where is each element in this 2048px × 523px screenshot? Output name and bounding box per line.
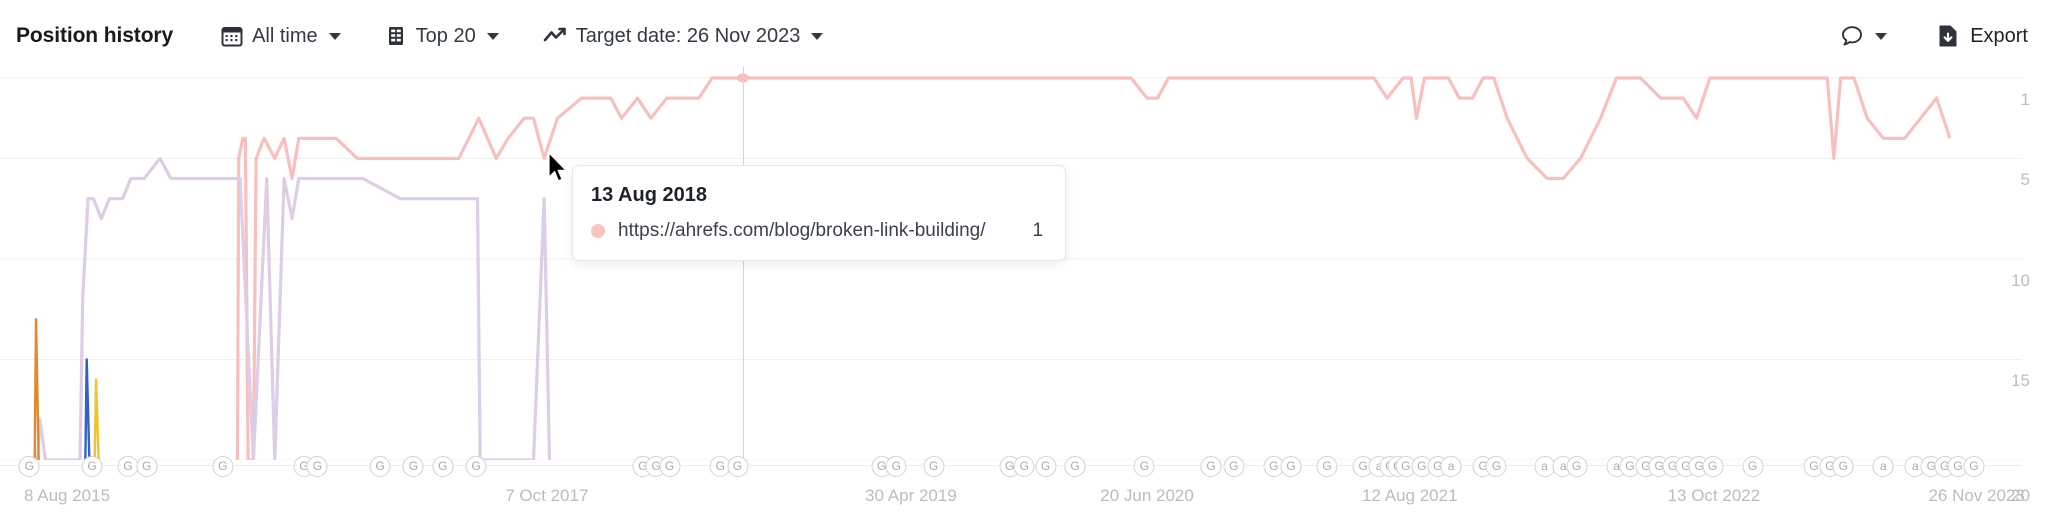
algorithm-update-marker[interactable]: a [1440, 456, 1462, 477]
export-label: Export [1970, 24, 2028, 47]
y-axis-tick-label: 1 [2020, 90, 2030, 109]
y-axis-tick-label: 5 [2020, 170, 2030, 190]
chart-area[interactable]: 1 5 10 15 13 Aug 2018 https://ahrefs.com/bl… [0, 66, 2048, 466]
x-axis: GGGGGGGGGGGGGGGGGGGGGGGGGGGGGGaGGGGGaGGa… [0, 456, 2048, 523]
algorithm-update-marker[interactable]: G [1963, 456, 1985, 477]
algorithm-update-marker[interactable]: G [885, 456, 907, 477]
chart-line-blue-spike [85, 359, 89, 460]
chart-line-series [237, 78, 1950, 460]
trend-line-icon [543, 25, 567, 47]
series-color-dot [591, 224, 605, 238]
algorithm-update-marker[interactable]: G [727, 456, 749, 477]
chevron-down-icon [1875, 32, 1888, 40]
position-limit-label: Top 20 [415, 24, 476, 47]
algorithm-update-marker[interactable]: G [1035, 456, 1057, 477]
algorithm-update-marker[interactable]: G [1280, 456, 1302, 477]
comment-bubble-icon [1840, 24, 1864, 48]
algorithm-update-marker[interactable]: G [923, 456, 945, 477]
x-axis-tick-label: 8 Aug 2015 [24, 486, 111, 505]
algorithm-update-marker[interactable]: G [432, 456, 454, 477]
y-axis-tick-label: 10 [2011, 270, 2030, 290]
algorithm-update-marker[interactable]: G [1064, 456, 1086, 477]
page-title: Position history [16, 24, 174, 47]
position-history-chart[interactable] [0, 66, 2022, 460]
tooltip-url: https://ahrefs.com/blog/broken-link-buil… [618, 220, 986, 241]
algorithm-update-marker[interactable]: G [1013, 456, 1035, 477]
chevron-down-icon [328, 32, 341, 40]
calendar-icon [221, 25, 243, 47]
y-axis-tick-label: 15 [2011, 371, 2030, 391]
y-axis-label-20: 20 [2011, 486, 2030, 505]
toolbar-right-group: Export [1840, 24, 2028, 48]
algorithm-update-marker[interactable]: G [1485, 456, 1507, 477]
algorithm-update-marker[interactable]: G [1702, 456, 1724, 477]
algorithm-update-marker[interactable]: G [1832, 456, 1854, 477]
chart-line-yellow-spike [95, 380, 99, 460]
tooltip-date: 13 Aug 2018 [591, 184, 707, 206]
chart-line-orange-spike [35, 319, 39, 460]
x-axis-tick-label: 30 Apr 2019 [865, 486, 957, 505]
tooltip-row: https://ahrefs.com/blog/broken-link-buil… [591, 220, 1043, 242]
date-range-label: All time [252, 24, 318, 47]
date-range-control[interactable]: All time [221, 25, 341, 48]
export-button[interactable]: Export [1937, 24, 2028, 48]
export-file-icon [1937, 24, 1959, 48]
algorithm-update-marker[interactable]: G [369, 456, 391, 477]
algorithm-update-marker[interactable]: G [659, 456, 681, 477]
chevron-down-icon [486, 32, 499, 40]
algorithm-update-marker[interactable]: G [1316, 456, 1338, 477]
y-axis-labels: 1 5 10 15 [1988, 66, 2048, 460]
chevron-down-icon [811, 32, 824, 40]
algorithm-update-marker[interactable]: G [1742, 456, 1764, 477]
toolbar: Position history All time Top 20 Target … [0, 0, 2048, 72]
comments-control[interactable] [1840, 24, 1888, 48]
x-axis-tick-label: 20 Jun 2020 [1100, 486, 1194, 505]
algorithm-update-marker[interactable]: G [402, 456, 424, 477]
table-icon [385, 25, 407, 47]
position-history-panel: Position history All time Top 20 Target … [0, 0, 2048, 523]
algorithm-update-marker[interactable]: a [1872, 456, 1894, 477]
crosshair-line [742, 66, 744, 460]
target-date-control[interactable]: Target date: 26 Nov 2023 [543, 25, 824, 48]
tooltip-value: 1 [1032, 220, 1044, 241]
x-axis-tick-label: 12 Aug 2021 [1362, 486, 1458, 505]
algorithm-update-marker[interactable]: G [81, 456, 103, 477]
algorithm-update-marker[interactable]: G [1223, 456, 1245, 477]
target-date-label: Target date: 26 Nov 2023 [575, 24, 801, 47]
algorithm-update-marker[interactable]: G [18, 456, 40, 477]
algorithm-update-marker[interactable]: G [306, 456, 328, 477]
algorithm-update-marker[interactable]: G [212, 456, 234, 477]
algorithm-update-marker[interactable]: G [136, 456, 158, 477]
algorithm-update-marker[interactable]: G [465, 456, 487, 477]
chart-line-series [37, 158, 549, 460]
x-axis-tick-label: 7 Oct 2017 [505, 486, 589, 505]
position-limit-control[interactable]: Top 20 [385, 25, 499, 48]
algorithm-update-marker[interactable]: G [1200, 456, 1222, 477]
algorithm-update-marker[interactable]: G [1133, 456, 1155, 477]
algorithm-update-marker[interactable]: G [1566, 456, 1588, 477]
chart-tooltip: 13 Aug 2018 https://ahrefs.com/blog/brok… [572, 165, 1067, 261]
x-axis-tick-label: 13 Oct 2022 [1667, 486, 1761, 505]
